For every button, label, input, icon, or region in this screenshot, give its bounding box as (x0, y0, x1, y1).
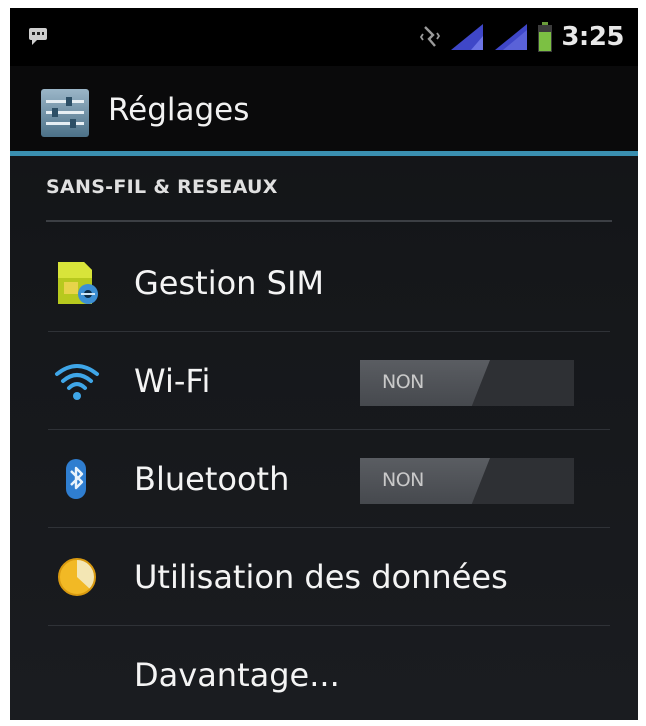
action-bar: Réglages (10, 66, 638, 156)
action-bar-accent-line (10, 151, 638, 156)
wifi-toggle-label: NON (382, 371, 424, 393)
settings-item-label: Utilisation des données (134, 558, 508, 596)
section-divider (46, 220, 612, 222)
settings-item-label: Davantage... (134, 656, 340, 694)
settings-item-label: Wi-Fi (134, 362, 211, 400)
settings-item-wifi[interactable]: Wi-Fi NON (40, 332, 610, 430)
settings-item-bluetooth[interactable]: Bluetooth NON (40, 430, 610, 528)
section-header: SANS-FIL & RESEAUX (46, 176, 278, 198)
bluetooth-toggle-thumb (360, 458, 490, 504)
bluetooth-toggle-label: NON (382, 469, 424, 491)
settings-screen: 3:25 Réglages SANS-FIL & RESEAUX Gestion… (10, 8, 638, 720)
signal-1-icon (451, 24, 484, 50)
settings-item-label: Gestion SIM (134, 264, 324, 302)
battery-icon (538, 22, 553, 52)
settings-item-data-usage[interactable]: Utilisation des données (40, 528, 610, 626)
settings-item-sim-management[interactable]: Gestion SIM (40, 234, 610, 332)
page-title: Réglages (108, 92, 250, 128)
settings-item-more[interactable]: Davantage... (40, 626, 610, 720)
wifi-toggle[interactable]: NON (360, 360, 574, 406)
signal-2-icon (495, 24, 528, 50)
settings-item-label: Bluetooth (134, 460, 290, 498)
wifi-icon (55, 364, 99, 400)
settings-app-icon[interactable] (38, 86, 92, 140)
data-usage-icon (58, 558, 96, 596)
vibrate-icon (420, 26, 441, 47)
clock: 3:25 (561, 22, 624, 52)
chat-notification-icon (29, 28, 47, 45)
status-bar: 3:25 (10, 8, 638, 66)
bluetooth-icon (66, 459, 86, 499)
bluetooth-toggle[interactable]: NON (360, 458, 574, 504)
sim-card-icon (58, 262, 98, 304)
wifi-toggle-thumb (360, 360, 490, 406)
